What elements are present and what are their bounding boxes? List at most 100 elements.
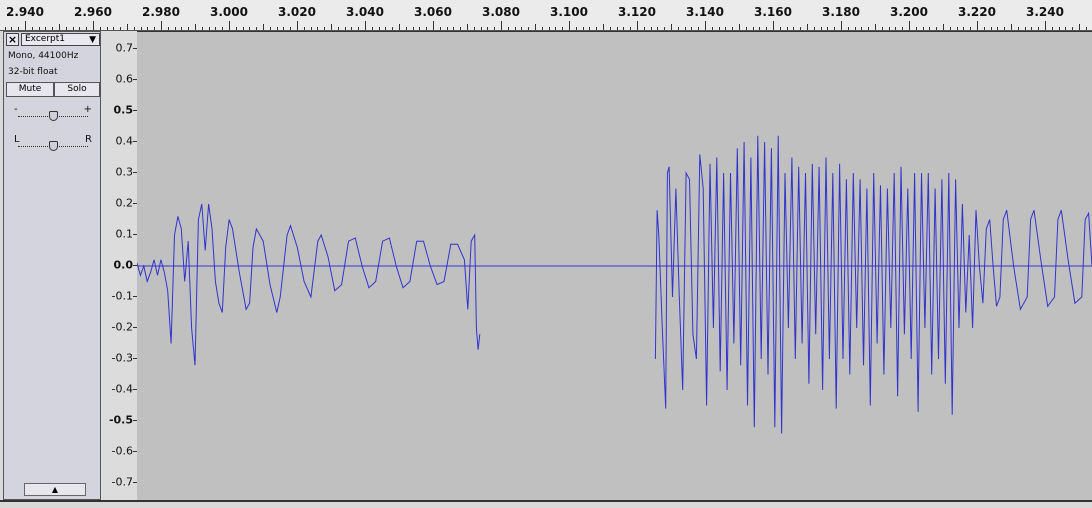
- amplitude-tick-label: 0.0: [113, 258, 134, 272]
- ruler-tick: [283, 27, 284, 30]
- pan-slider-thumb[interactable]: [48, 141, 58, 151]
- ruler-tick: [127, 24, 128, 30]
- ruler-tick: [453, 27, 454, 30]
- ruler-tick: [746, 27, 747, 30]
- waveform-display[interactable]: [137, 32, 1092, 501]
- ruler-tick: [766, 27, 767, 30]
- ruler-tick: [950, 27, 951, 30]
- ruler-tick: [603, 24, 604, 30]
- ruler-tick: [311, 27, 312, 30]
- ruler-tick: [793, 27, 794, 30]
- ruler-tick: [535, 24, 536, 30]
- ruler-tick-label: 3.140: [686, 5, 724, 19]
- ruler-tick: [440, 27, 441, 30]
- close-track-button[interactable]: ×: [6, 33, 19, 46]
- ruler-tick: [691, 27, 692, 30]
- ruler-tick: [991, 27, 992, 30]
- amplitude-tick-label: -0.4: [111, 382, 133, 396]
- ruler-tick: [780, 27, 781, 30]
- amplitude-tick-label: -0.1: [111, 289, 133, 303]
- ruler-tick: [181, 27, 182, 30]
- collapse-track-button[interactable]: ▲: [24, 483, 86, 496]
- ruler-tick: [630, 27, 631, 30]
- gain-slider[interactable]: - +: [14, 104, 92, 122]
- ruler-tick: [501, 21, 502, 30]
- waveform-segment-2: [654, 135, 1092, 434]
- ruler-tick: [943, 24, 944, 30]
- ruler-tick: [1072, 27, 1073, 30]
- ruler-tick: [66, 27, 67, 30]
- triangle-up-icon: ▲: [51, 485, 59, 494]
- amplitude-ruler[interactable]: 0.7 0.6 0.5 0.4 0.3 0.2 0.1 0.0 -0.1 -0.2 -0.3 -0.4…: [101, 31, 138, 500]
- ruler-tick: [508, 27, 509, 30]
- ruler-tick: [256, 27, 257, 30]
- track-sample-format: 32-bit float: [8, 67, 58, 77]
- ruler-tick: [304, 27, 305, 30]
- ruler-tick: [120, 27, 121, 30]
- timeline-ruler[interactable]: 2.940 2.960 2.980 3.000 3.020 3.040 3.060 3.080…: [0, 0, 1092, 31]
- ruler-tick: [855, 27, 856, 30]
- mute-solo-row: Mute Solo: [6, 82, 100, 97]
- ruler-tick: [685, 27, 686, 30]
- ruler-tick: [52, 27, 53, 30]
- amplitude-tick-label: 0.2: [115, 196, 134, 210]
- ruler-tick-label: 3.020: [278, 5, 316, 19]
- ruler-tick: [413, 27, 414, 30]
- ruler-tick: [623, 27, 624, 30]
- ruler-tick-label: 3.220: [958, 5, 996, 19]
- ruler-tick: [637, 21, 638, 30]
- ruler-tick: [154, 27, 155, 30]
- ruler-tick: [657, 27, 658, 30]
- amplitude-tick-label: -0.3: [111, 351, 133, 365]
- waveform-area[interactable]: [137, 31, 1092, 500]
- ruler-tick: [365, 21, 366, 30]
- ruler-tick: [807, 24, 808, 30]
- ruler-tick: [644, 27, 645, 30]
- ruler-tick: [141, 27, 142, 30]
- ruler-tick: [617, 27, 618, 30]
- amplitude-tick-label: 0.6: [115, 72, 134, 86]
- ruler-tick: [175, 27, 176, 30]
- ruler-tick: [583, 27, 584, 30]
- ruler-tick: [277, 27, 278, 30]
- ruler-tick: [45, 27, 46, 30]
- ruler-tick-label: 3.120: [618, 5, 656, 19]
- ruler-tick: [161, 21, 162, 30]
- ruler-tick: [59, 24, 60, 30]
- ruler-tick: [1025, 27, 1026, 30]
- ruler-tick: [1045, 21, 1046, 30]
- ruler-tick: [596, 27, 597, 30]
- track-name-dropdown[interactable]: Excerpt1 ▼: [21, 33, 100, 46]
- ruler-tick: [814, 27, 815, 30]
- ruler-tick: [39, 27, 40, 30]
- ruler-tick: [358, 27, 359, 30]
- ruler-tick: [270, 27, 271, 30]
- ruler-tick: [406, 27, 407, 30]
- ruler-tick: [392, 27, 393, 30]
- amplitude-tick-label: -0.7: [111, 475, 133, 489]
- ruler-tick: [957, 27, 958, 30]
- mute-button[interactable]: Mute: [6, 82, 54, 97]
- ruler-tick: [936, 27, 937, 30]
- track-sample-rate: Mono, 44100Hz: [8, 51, 79, 61]
- ruler-tick: [753, 27, 754, 30]
- ruler-tick: [215, 27, 216, 30]
- amplitude-tick-label: 0.1: [115, 227, 134, 241]
- ruler-tick: [787, 27, 788, 30]
- ruler-tick-label: 2.980: [142, 5, 180, 19]
- ruler-tick: [229, 21, 230, 30]
- ruler-tick: [821, 27, 822, 30]
- ruler-tick: [433, 21, 434, 30]
- ruler-tick: [970, 27, 971, 30]
- gain-slider-thumb[interactable]: [48, 111, 58, 121]
- ruler-tick-label: 3.000: [210, 5, 248, 19]
- ruler-tick: [555, 27, 556, 30]
- ruler-tick: [338, 27, 339, 30]
- pan-slider[interactable]: L R: [14, 134, 92, 152]
- track-header: × Excerpt1 ▼: [4, 32, 100, 48]
- amplitude-tick-label: 0.4: [115, 134, 134, 148]
- ruler-tick: [113, 27, 114, 30]
- ruler-tick: [79, 27, 80, 30]
- ruler-tick: [379, 27, 380, 30]
- solo-button[interactable]: Solo: [54, 82, 100, 97]
